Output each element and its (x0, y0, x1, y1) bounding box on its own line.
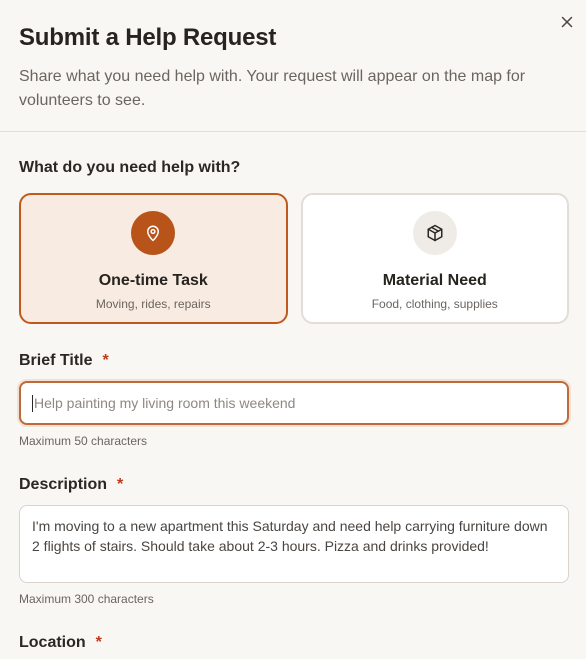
brief-title-field: Brief Title * Help painting my living ro… (19, 351, 569, 448)
description-hint: Maximum 300 characters (19, 592, 154, 606)
option-icon-container (131, 211, 176, 255)
modal-header: Submit a Help Request Share what you nee… (0, 0, 586, 132)
option-one-time-task[interactable]: One-time Task Moving, rides, repairs (19, 193, 288, 324)
brief-title-label: Brief Title * (19, 351, 569, 371)
option-subtitle: Food, clothing, supplies (371, 297, 498, 311)
close-icon (561, 16, 573, 28)
option-title: One-time Task (98, 272, 208, 289)
brief-title-placeholder: Help painting my living room this weeken… (34, 395, 296, 411)
modal-body: What do you need help with? One-time Tas… (0, 132, 586, 659)
location-field: Location * (19, 633, 569, 659)
modal-subtitle: Share what you need help with. Your requ… (19, 68, 526, 109)
close-button[interactable] (558, 13, 576, 31)
type-section-label: What do you need help with? (19, 159, 241, 176)
text-cursor (32, 394, 33, 412)
description-label-text: Description (19, 476, 108, 493)
description-label: Description * (19, 475, 569, 495)
description-textarea[interactable]: I'm moving to a new apartment this Satur… (19, 505, 569, 583)
request-type-options: One-time Task Moving, rides, repairs Mat… (19, 193, 569, 324)
description-field: Description * I'm moving to a new apartm… (19, 475, 569, 606)
brief-title-input[interactable]: Help painting my living room this weeken… (19, 381, 569, 425)
option-subtitle: Moving, rides, repairs (95, 297, 211, 311)
modal-title: Submit a Help Request (19, 24, 277, 51)
location-label-text: Location (19, 634, 86, 651)
help-request-modal: Submit a Help Request Share what you nee… (0, 0, 586, 659)
required-asterisk: * (117, 476, 124, 493)
brief-title-hint: Maximum 50 characters (19, 434, 148, 448)
description-placeholder: I'm moving to a new apartment this Satur… (32, 518, 548, 554)
option-material-need[interactable]: Material Need Food, clothing, supplies (300, 193, 569, 324)
map-pin-icon (147, 225, 160, 242)
brief-title-label-text: Brief Title (19, 352, 93, 369)
option-title: Material Need (382, 272, 487, 289)
required-asterisk: * (95, 634, 102, 651)
location-label: Location * (19, 633, 569, 653)
option-icon-container (412, 211, 457, 255)
package-icon (427, 224, 443, 242)
required-asterisk: * (102, 352, 109, 369)
